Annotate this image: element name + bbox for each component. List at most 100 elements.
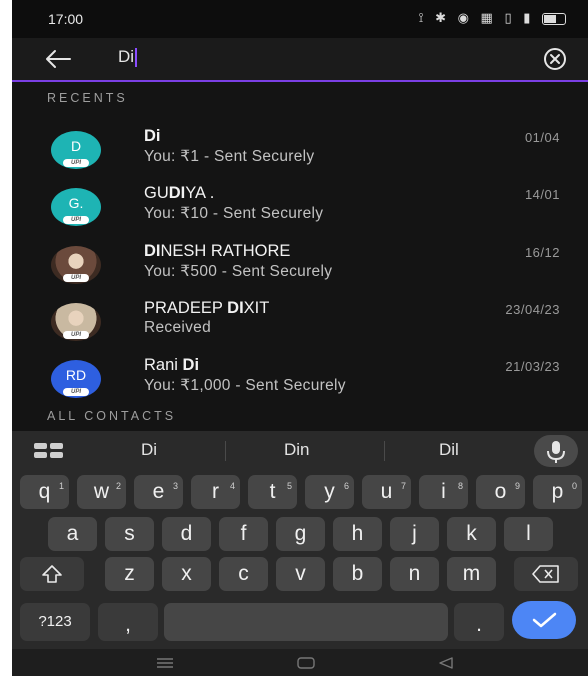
close-circle-icon bbox=[544, 48, 566, 70]
key-hint: 9 bbox=[514, 481, 520, 491]
name-part: Rani bbox=[144, 356, 183, 374]
contact-name: Di bbox=[144, 127, 161, 146]
recents-heading: RECENTS bbox=[47, 91, 128, 105]
avatar: UPI bbox=[51, 303, 101, 341]
grid-icon bbox=[34, 443, 63, 458]
name-part: PRADEEP bbox=[144, 299, 228, 317]
suggestion-1[interactable]: Di bbox=[141, 440, 157, 460]
backspace-key[interactable] bbox=[514, 557, 578, 591]
avatar: D UPI bbox=[51, 131, 101, 169]
navigation-bar bbox=[12, 649, 588, 676]
key-w[interactable]: w2 bbox=[77, 475, 126, 509]
key-h[interactable]: h bbox=[333, 517, 382, 551]
contact-name: DINESH RATHORE bbox=[144, 242, 290, 261]
clear-search-button[interactable] bbox=[540, 44, 570, 74]
menu-nav-icon[interactable] bbox=[155, 656, 175, 670]
checkmark-icon bbox=[532, 612, 557, 628]
search-input[interactable]: Di bbox=[118, 47, 138, 68]
keyboard-menu-button[interactable] bbox=[34, 443, 64, 459]
key-hint: 1 bbox=[58, 481, 64, 491]
key-a[interactable]: a bbox=[48, 517, 97, 551]
suggestion-2[interactable]: Din bbox=[284, 440, 310, 460]
upi-badge: UPI bbox=[63, 159, 89, 167]
microphone-icon bbox=[547, 441, 565, 463]
key-j[interactable]: j bbox=[390, 517, 439, 551]
transaction-summary: You: ₹500 - Sent Securely bbox=[144, 263, 333, 280]
recent-contact-row[interactable]: UPI PRADEEP DIXIT Received 23/04/23 bbox=[12, 299, 588, 355]
shift-key[interactable] bbox=[20, 557, 84, 591]
upi-badge: UPI bbox=[63, 331, 89, 339]
upi-badge: UPI bbox=[63, 274, 89, 282]
comma-key[interactable]: , bbox=[98, 603, 158, 641]
key-hint: 3 bbox=[172, 481, 178, 491]
key-s[interactable]: s bbox=[105, 517, 154, 551]
name-match: Di bbox=[182, 356, 200, 374]
key-l[interactable]: l bbox=[504, 517, 553, 551]
key-c[interactable]: c bbox=[219, 557, 268, 591]
suggestion-divider bbox=[384, 441, 385, 461]
key-o[interactable]: o9 bbox=[476, 475, 525, 509]
recent-contact-row[interactable]: D UPI Di You: ₹1 - Sent Securely 01/04 bbox=[12, 127, 588, 183]
signal-icons: ⟟ ✱ ◉ ▦ ▯ ▮ bbox=[418, 10, 535, 25]
contact-name: GUDIYA . bbox=[144, 184, 214, 203]
key-v[interactable]: v bbox=[276, 557, 325, 591]
key-f[interactable]: f bbox=[219, 517, 268, 551]
avatar: RD UPI bbox=[51, 360, 101, 398]
transaction-summary: Received bbox=[144, 319, 212, 336]
transaction-date: 21/03/23 bbox=[505, 359, 560, 374]
transaction-date: 14/01 bbox=[524, 187, 560, 202]
name-match: DI bbox=[168, 184, 186, 202]
key-e[interactable]: e3 bbox=[134, 475, 183, 509]
contact-name: PRADEEP DIXIT bbox=[144, 299, 269, 318]
space-key[interactable] bbox=[164, 603, 448, 641]
keyboard: Di Din Dil q1w2e3r4t5y6u7i8o9p0 asdfghjkl… bbox=[12, 431, 588, 676]
home-nav-icon[interactable] bbox=[296, 656, 316, 670]
arrow-left-icon bbox=[46, 50, 71, 68]
key-t[interactable]: t5 bbox=[248, 475, 297, 509]
avatar: UPI bbox=[51, 246, 101, 284]
key-m[interactable]: m bbox=[447, 557, 496, 591]
transaction-summary: You: ₹10 - Sent Securely bbox=[144, 205, 324, 222]
enter-key[interactable] bbox=[512, 601, 576, 639]
suggestion-3[interactable]: Dil bbox=[439, 440, 459, 460]
transaction-summary: You: ₹1 - Sent Securely bbox=[144, 148, 315, 165]
key-hint: 2 bbox=[115, 481, 121, 491]
transaction-date: 01/04 bbox=[524, 130, 560, 145]
key-q[interactable]: q1 bbox=[20, 475, 69, 509]
voice-input-button[interactable] bbox=[534, 435, 578, 467]
name-match: DI bbox=[144, 242, 161, 260]
key-x[interactable]: x bbox=[162, 557, 211, 591]
text-caret bbox=[135, 48, 138, 68]
status-bar: 17:00 ⟟ ✱ ◉ ▦ ▯ ▮ bbox=[12, 0, 588, 38]
key-i[interactable]: i8 bbox=[419, 475, 468, 509]
name-match: DI bbox=[227, 299, 244, 317]
status-time: 17:00 bbox=[48, 11, 84, 27]
key-y[interactable]: y6 bbox=[305, 475, 354, 509]
key-u[interactable]: u7 bbox=[362, 475, 411, 509]
key-g[interactable]: g bbox=[276, 517, 325, 551]
period-key[interactable]: . bbox=[454, 603, 504, 641]
suggestion-divider bbox=[225, 441, 226, 461]
key-n[interactable]: n bbox=[390, 557, 439, 591]
shift-icon bbox=[42, 565, 62, 583]
name-part: XIT bbox=[243, 299, 270, 317]
battery-icon bbox=[542, 12, 566, 25]
recent-contact-row[interactable]: G. UPI GUDIYA . You: ₹10 - Sent Securely… bbox=[12, 184, 588, 240]
transaction-date: 16/12 bbox=[524, 245, 560, 260]
key-b[interactable]: b bbox=[333, 557, 382, 591]
key-r[interactable]: r4 bbox=[191, 475, 240, 509]
back-nav-icon[interactable] bbox=[436, 656, 456, 670]
key-k[interactable]: k bbox=[447, 517, 496, 551]
symbols-key[interactable]: ?123 bbox=[20, 603, 90, 641]
recent-contact-row[interactable]: UPI DINESH RATHORE You: ₹500 - Sent Secu… bbox=[12, 242, 588, 298]
key-d[interactable]: d bbox=[162, 517, 211, 551]
key-hint: 4 bbox=[229, 481, 235, 491]
recent-contact-row[interactable]: RD UPI Rani Di You: ₹1,000 - Sent Secure… bbox=[12, 356, 588, 412]
all-contacts-heading: ALL CONTACTS bbox=[47, 409, 177, 423]
key-hint: 6 bbox=[343, 481, 349, 491]
key-p[interactable]: p0 bbox=[533, 475, 582, 509]
back-button[interactable] bbox=[42, 45, 74, 73]
key-z[interactable]: z bbox=[105, 557, 154, 591]
avatar: G. UPI bbox=[51, 188, 101, 226]
key-hint: 8 bbox=[457, 481, 463, 491]
